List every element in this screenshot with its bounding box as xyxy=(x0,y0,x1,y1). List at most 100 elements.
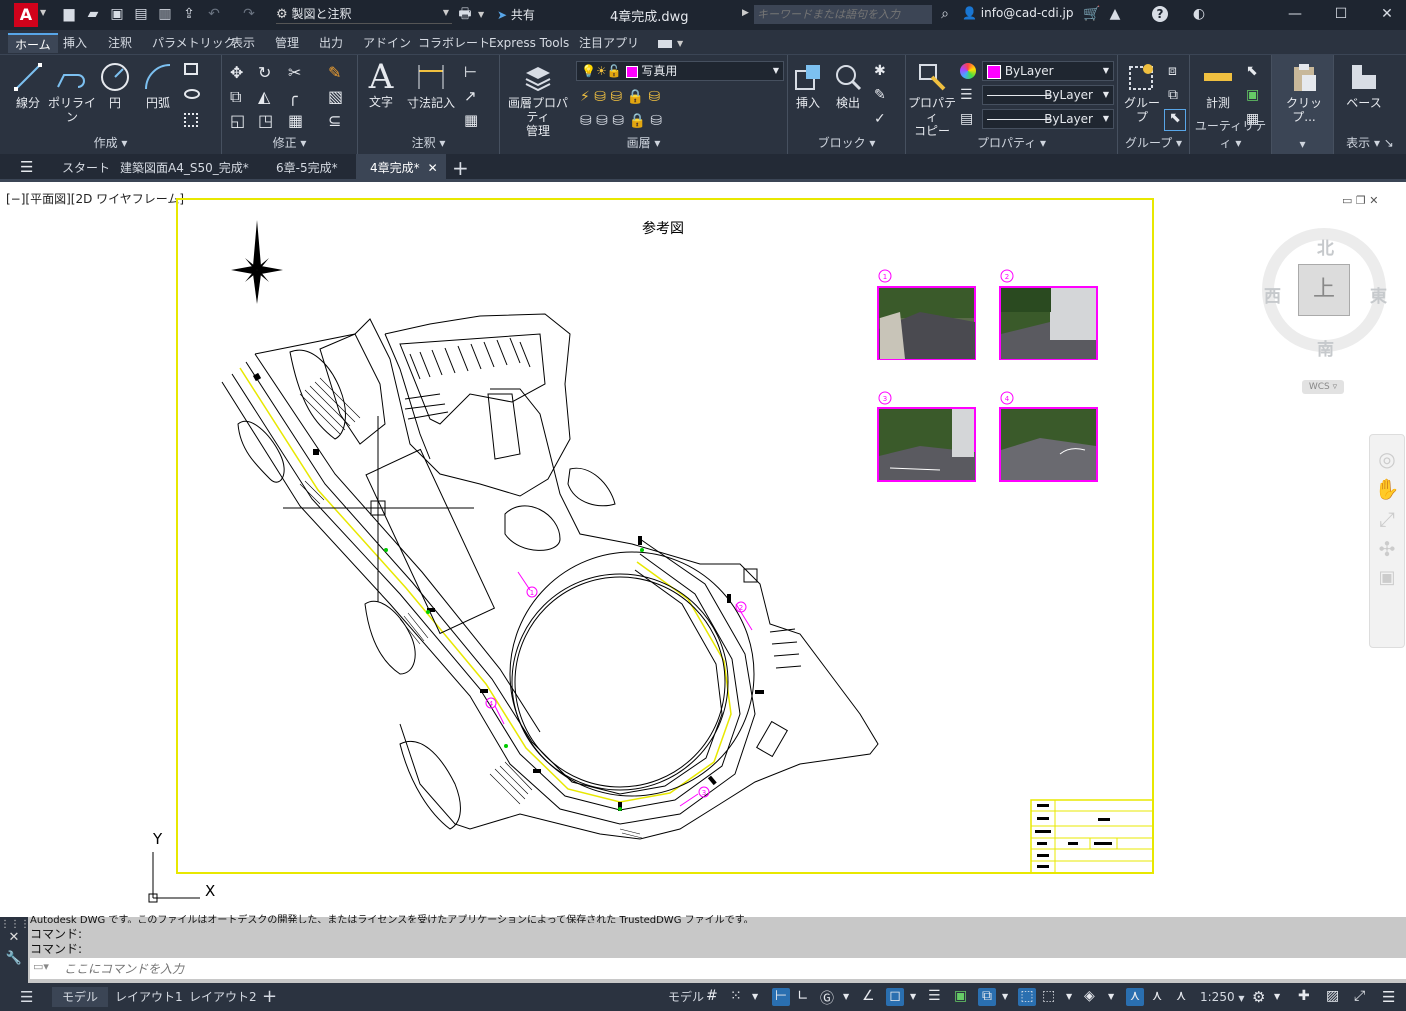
command-line-handle[interactable]: ⋮⋮⋮ ✕ 🔧 xyxy=(0,917,30,983)
plot-icon[interactable]: 🖶 xyxy=(456,5,474,23)
panel-annotation-title[interactable]: 注釈 ▾ xyxy=(358,134,499,151)
trim-icon[interactable]: ✂ xyxy=(288,63,301,82)
panel-modify-title[interactable]: 修正 ▾ xyxy=(222,134,357,151)
tab-home[interactable]: ホーム xyxy=(8,33,58,53)
open-folder-icon[interactable]: ▰ xyxy=(84,5,102,23)
osnap-icon[interactable]: ◻ xyxy=(886,988,904,1006)
annotation-monitor-icon[interactable]: ✚ xyxy=(1298,988,1316,1006)
user-account[interactable]: 👤 info@cad-cdi.jp xyxy=(962,6,1074,20)
hamburger-icon[interactable]: ☰ xyxy=(20,160,38,176)
tab-layout2[interactable]: レイアウト2 xyxy=(189,987,257,1007)
color-dropdown[interactable]: ByLayer ▼ xyxy=(982,61,1114,81)
lineweight-dropdown[interactable]: ByLayer ▼ xyxy=(982,109,1114,129)
circle-button[interactable]: 円 xyxy=(98,61,132,110)
panel-properties-title[interactable]: プロパティ ▾ xyxy=(906,134,1117,151)
tab-express-tools[interactable]: Express Tools xyxy=(482,33,576,53)
selection-filter-icon[interactable]: ⬚ xyxy=(1042,988,1060,1006)
color-wheel-icon[interactable] xyxy=(960,63,976,79)
tab-view[interactable]: 表示 xyxy=(224,33,262,53)
polar-icon[interactable]: Ⓖ xyxy=(820,988,838,1007)
tab-layout1[interactable]: レイアウト1 xyxy=(115,987,183,1007)
panel-layers-title[interactable]: 画層 ▾ xyxy=(500,134,787,151)
group-edit-icon[interactable]: ⧉ xyxy=(1168,87,1178,103)
dynamic-ucs-icon[interactable]: ⬚ xyxy=(1018,988,1036,1006)
polyline-button[interactable]: ポリライン xyxy=(48,61,96,124)
chevron-down-icon[interactable]: ▼ xyxy=(1274,992,1292,1010)
panel-draw-title[interactable]: 作成 ▾ xyxy=(0,134,221,151)
new-file-icon[interactable]: ▆ xyxy=(60,5,78,23)
cart-icon[interactable]: 🛒 xyxy=(1083,5,1101,23)
lineweight-icon[interactable]: ▤ xyxy=(960,111,973,127)
hamburger-icon[interactable]: ☰ xyxy=(20,988,33,1006)
line-button[interactable]: 線分 xyxy=(10,61,46,110)
chevron-down-icon[interactable]: ▼ xyxy=(843,992,861,1010)
tab-manage[interactable]: 管理 xyxy=(268,33,306,53)
chevron-down-icon[interactable]: ▼ xyxy=(1108,992,1126,1010)
layer-dropdown[interactable]: 💡☀🔓 写真用 ▼ xyxy=(576,61,784,81)
compass-south[interactable]: 南 xyxy=(1317,335,1334,360)
doctab-chapter4[interactable]: 4章完成* ✕ xyxy=(356,154,446,182)
auto-scale-icon[interactable]: ⋏ xyxy=(1152,988,1170,1006)
gear-icon[interactable]: ⚙ xyxy=(1252,988,1270,1006)
ungroup-icon[interactable]: ⧈ xyxy=(1168,63,1177,79)
close-icon[interactable]: ✕ xyxy=(0,930,28,945)
erase-icon[interactable]: ✎ xyxy=(328,63,341,82)
measure-button[interactable]: 計測 xyxy=(1196,61,1240,110)
help-icon[interactable]: ? xyxy=(1152,6,1168,22)
arc-button[interactable]: 円弧 xyxy=(138,61,178,110)
create-block-icon[interactable]: ✱ xyxy=(874,63,886,79)
scale-icon[interactable]: ◳ xyxy=(258,111,273,130)
feedback-icon[interactable]: ◐ xyxy=(1190,5,1208,23)
doctab-chapter6[interactable]: 6章-5完成* xyxy=(262,154,352,182)
scale-dropdown[interactable]: 1:250 ▼ xyxy=(1200,987,1245,1007)
gizmo-icon[interactable]: ◈ xyxy=(1084,988,1102,1006)
chevron-down-icon[interactable]: ▼ xyxy=(677,39,683,48)
panel-groups-title[interactable]: グループ ▾ xyxy=(1118,134,1189,151)
model-space-button[interactable]: モデル xyxy=(668,987,704,1007)
linetype-icon[interactable]: ☰ xyxy=(960,87,973,103)
isolate-objects-icon[interactable]: ▨ xyxy=(1326,988,1344,1006)
undo-icon[interactable]: ↶ xyxy=(205,5,223,23)
command-input-box[interactable]: ▭▾ xyxy=(30,958,1406,979)
compass-west[interactable]: 西 xyxy=(1264,282,1281,307)
fillet-icon[interactable]: ╭ xyxy=(288,87,298,106)
move-icon[interactable]: ✥ xyxy=(230,63,243,82)
tab-model[interactable]: モデル xyxy=(52,987,109,1007)
offset-icon[interactable]: ⊆ xyxy=(328,111,341,130)
lineweight-display-icon[interactable]: ☰ xyxy=(928,988,946,1006)
zoom-icon[interactable]: ⤢ xyxy=(1370,507,1404,531)
array-icon[interactable]: ▦ xyxy=(288,111,303,130)
base-view-button[interactable]: ベース xyxy=(1342,61,1386,110)
fullscreen-icon[interactable]: ⤢ xyxy=(1354,988,1372,1006)
hatch-icon[interactable] xyxy=(184,113,198,127)
showmotion-icon[interactable]: ▣ xyxy=(1370,567,1404,588)
grip-icon[interactable]: ⋮⋮⋮ xyxy=(0,919,30,930)
panel-utilities-title[interactable]: ユーティリティ ▾ xyxy=(1190,117,1271,151)
explode-icon[interactable]: ▧ xyxy=(328,87,343,106)
match-properties-button[interactable]: プロパティ コピー xyxy=(906,61,958,138)
chevron-down-icon[interactable]: ▼ xyxy=(478,10,484,19)
group-button[interactable]: グループ xyxy=(1120,61,1164,124)
snap-icon[interactable]: ⁙ xyxy=(730,988,748,1006)
rectangle-icon[interactable] xyxy=(184,63,198,75)
panel-view-title[interactable]: 表示 ▾ ↘ xyxy=(1334,134,1406,151)
workspace-dropdown[interactable]: ⚙ 製図と注釈 ▼ xyxy=(276,5,452,24)
insert-block-button[interactable]: 挿入 xyxy=(790,61,826,110)
tab-annotate[interactable]: 注釈 xyxy=(101,33,139,53)
isodraft-icon[interactable]: ∠ xyxy=(862,988,880,1006)
layer-tool-icon[interactable]: ⚡ ⛁ ⛁ 🔒 ⛁ xyxy=(580,89,660,105)
orbit-icon[interactable]: ✣ xyxy=(1370,537,1404,561)
search-input[interactable] xyxy=(754,5,932,24)
command-prompt-icon[interactable]: ▭▾ xyxy=(33,960,49,973)
add-layout-icon[interactable]: + xyxy=(262,987,277,1007)
chevron-right-icon[interactable]: ▶ xyxy=(742,8,749,18)
infer-constraints-icon[interactable]: ⊢ xyxy=(772,988,790,1006)
close-tab-icon[interactable]: ✕ xyxy=(428,154,438,182)
linetype-dropdown[interactable]: ByLayer ▼ xyxy=(982,85,1114,105)
find-block-button[interactable]: 検出 xyxy=(830,61,866,110)
linear-dim-icon[interactable]: ⊢ xyxy=(464,63,477,81)
grid-icon[interactable]: # xyxy=(706,988,724,1006)
command-input[interactable] xyxy=(64,960,1364,977)
select-all-icon[interactable]: ▣ xyxy=(1246,87,1259,103)
chevron-down-icon[interactable]: ▼ xyxy=(910,992,928,1010)
